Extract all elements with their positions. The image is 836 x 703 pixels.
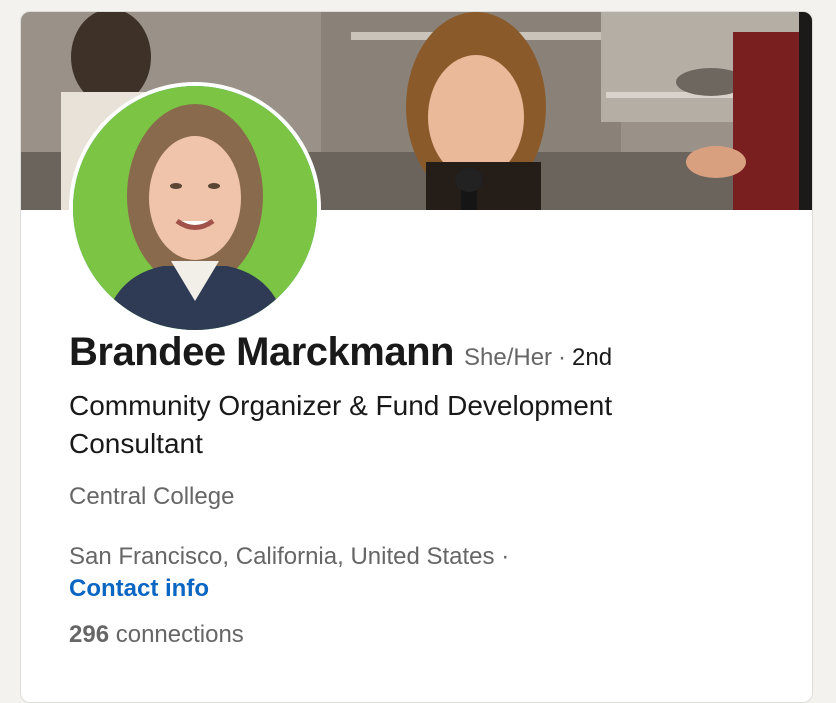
connections-count: 296: [69, 621, 110, 648]
connections-label: connections: [115, 621, 244, 648]
location-line: San Francisco, California, United States…: [69, 541, 789, 605]
connections-link[interactable]: 296 connections: [69, 621, 789, 649]
avatar-photo: [73, 86, 317, 330]
location: San Francisco, California, United States: [69, 543, 495, 570]
location-separator: ·: [501, 543, 510, 570]
profile-info: Brandee Marckmann She/Her · 2nd Communit…: [69, 330, 789, 649]
avatar-frame: [69, 82, 321, 334]
avatar[interactable]: [73, 86, 317, 330]
connection-degree: 2nd: [572, 344, 613, 371]
contact-info-link[interactable]: Contact info: [69, 573, 209, 605]
name-line: Brandee Marckmann She/Her · 2nd: [69, 330, 789, 375]
profile-name: Brandee Marckmann: [69, 330, 454, 374]
separator-dot: ·: [558, 344, 567, 371]
education-school[interactable]: Central College: [69, 483, 789, 511]
pronouns: She/Her: [463, 344, 553, 371]
profile-headline: Community Organizer & Fund Development C…: [69, 390, 613, 459]
profile-card: Brandee Marckmann She/Her · 2nd Communit…: [20, 11, 813, 703]
